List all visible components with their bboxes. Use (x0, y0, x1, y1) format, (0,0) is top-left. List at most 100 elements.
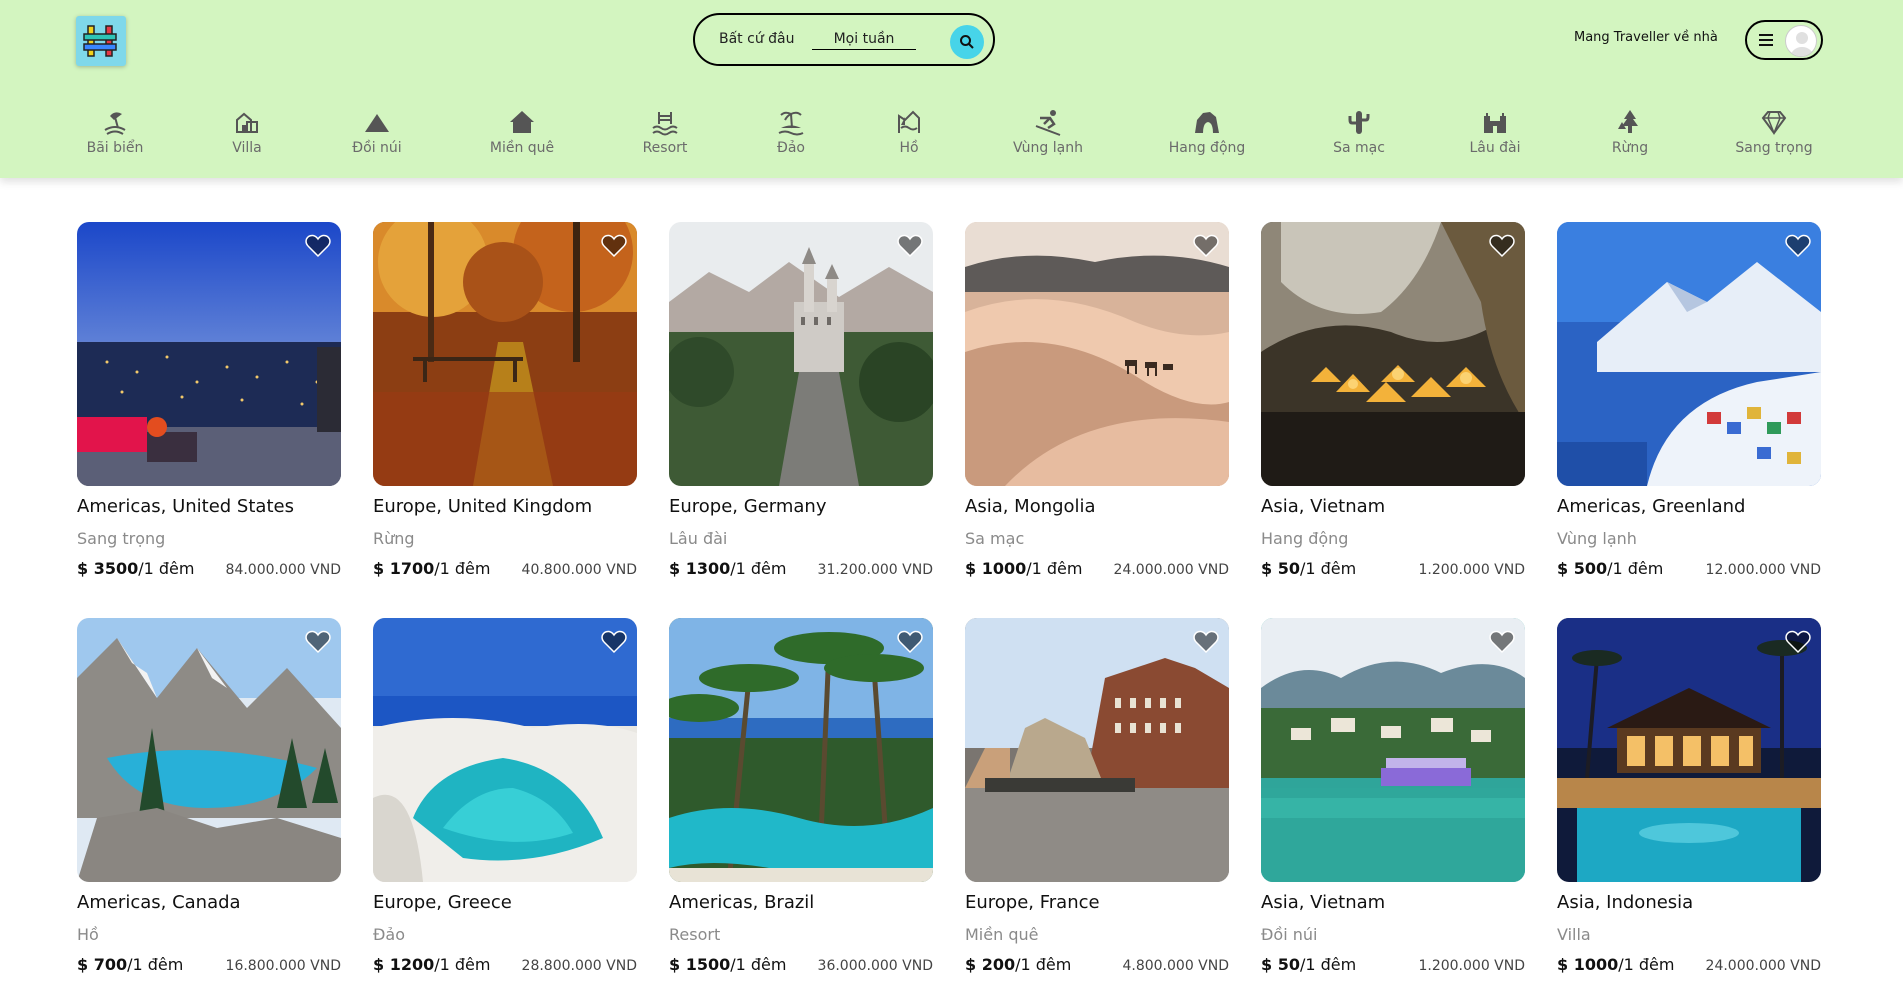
listing-price: $ 50/1 đêm (1261, 955, 1357, 974)
listing-card[interactable]: Asia, Vietnam Hang động $ 50/1 đêm 1.200… (1261, 222, 1525, 602)
listing-type: Hồ (77, 925, 99, 944)
category-label: Sang trọng (1735, 140, 1813, 156)
listing-card[interactable]: Asia, Mongolia Sa mạc $ 1000/1 đêm 24.00… (965, 222, 1229, 602)
category-cold[interactable]: Vùng lạnh (988, 108, 1108, 156)
category-luxury[interactable]: Sang trọng (1714, 108, 1834, 156)
heart-icon[interactable] (1489, 630, 1515, 654)
beach-icon (104, 112, 126, 135)
heart-icon[interactable] (1785, 234, 1811, 258)
category-label: Đảo (777, 140, 805, 156)
countryside-icon (510, 111, 534, 133)
listing-type: Đồi núi (1261, 925, 1318, 944)
lake-icon (898, 110, 920, 133)
listing-location: Asia, Vietnam (1261, 892, 1386, 913)
category-lake[interactable]: Hồ (849, 108, 969, 156)
listing-price-vnd: 1.200.000 VND (1418, 562, 1525, 578)
listing-card[interactable]: Americas, Canada Hồ $ 700/1 đêm 16.800.0… (77, 618, 341, 998)
listing-photo[interactable] (669, 222, 933, 486)
category-label: Sa mạc (1333, 140, 1385, 156)
diamond-icon (1761, 111, 1787, 136)
heart-icon[interactable] (601, 234, 627, 258)
listing-price: $ 1000/1 đêm (1557, 955, 1675, 974)
category-cave[interactable]: Hang động (1147, 108, 1267, 156)
category-villa[interactable]: Villa (187, 108, 307, 156)
listing-price-row: $ 1200/1 đêm 28.800.000 VND (373, 955, 637, 974)
forest-icon (1618, 110, 1638, 133)
listing-card[interactable]: Asia, Indonesia Villa $ 1000/1 đêm 24.00… (1557, 618, 1821, 998)
resort-icon (652, 112, 678, 136)
listing-price: $ 200/1 đêm (965, 955, 1072, 974)
category-countryside[interactable]: Miền quê (462, 108, 582, 156)
heart-icon[interactable] (1193, 630, 1219, 654)
category-label: Miền quê (489, 140, 555, 156)
search-bar[interactable]: Bất cứ đâu Mọi tuần (693, 13, 995, 66)
listing-price: $ 3500/1 đêm (77, 559, 195, 578)
listing-price: $ 1000/1 đêm (965, 559, 1083, 578)
host-link[interactable]: Mang Traveller về nhà (1574, 30, 1718, 45)
heart-icon[interactable] (1489, 234, 1515, 258)
listing-photo[interactable] (965, 222, 1229, 486)
listing-card[interactable]: Europe, France Miền quê $ 200/1 đêm 4.80… (965, 618, 1229, 998)
heart-icon[interactable] (897, 234, 923, 258)
villa-icon (236, 112, 258, 133)
search-when[interactable]: Mọi tuần (812, 31, 916, 50)
listing-price-vnd: 24.000.000 VND (1113, 562, 1229, 578)
logo[interactable] (76, 16, 126, 66)
listing-card[interactable]: Asia, Vietnam Đồi núi $ 50/1 đêm 1.200.0… (1261, 618, 1525, 998)
category-beach[interactable]: Bãi biển (55, 108, 175, 156)
island-icon (778, 111, 804, 136)
listing-location: Americas, Brazil (669, 892, 815, 913)
listing-location: Europe, Greece (373, 892, 512, 913)
listing-price-row: $ 1700/1 đêm 40.800.000 VND (373, 559, 637, 578)
listing-card[interactable]: Europe, Greece Đảo $ 1200/1 đêm 28.800.0… (373, 618, 637, 998)
listing-price: $ 500/1 đêm (1557, 559, 1664, 578)
listing-price-row: $ 50/1 đêm 1.200.000 VND (1261, 559, 1525, 578)
listing-photo[interactable] (669, 618, 933, 882)
listing-card[interactable]: Europe, United Kingdom Rừng $ 1700/1 đêm… (373, 222, 637, 602)
listing-price-vnd: 36.000.000 VND (817, 958, 933, 974)
listing-price: $ 50/1 đêm (1261, 559, 1357, 578)
heart-icon[interactable] (1193, 234, 1219, 258)
avatar (1785, 25, 1817, 57)
listing-card[interactable]: Europe, Germany Lâu đài $ 1300/1 đêm 31.… (669, 222, 933, 602)
category-label: Resort (642, 140, 688, 156)
category-resort[interactable]: Resort (605, 108, 725, 156)
listing-price-row: $ 3500/1 đêm 84.000.000 VND (77, 559, 341, 578)
listing-type: Miền quê (965, 925, 1039, 944)
listing-type: Vùng lạnh (1557, 529, 1637, 548)
listing-price-vnd: 31.200.000 VND (817, 562, 933, 578)
category-desert[interactable]: Sa mạc (1299, 108, 1419, 156)
menu-icon (1759, 34, 1773, 46)
heart-icon[interactable] (305, 630, 331, 654)
search-where[interactable]: Bất cứ đâu (719, 31, 794, 47)
listing-card[interactable]: Americas, United States Sang trọng $ 350… (77, 222, 341, 602)
search-button[interactable] (950, 25, 984, 59)
listing-photo[interactable] (1557, 618, 1821, 882)
heart-icon[interactable] (305, 234, 331, 258)
heart-icon[interactable] (897, 630, 923, 654)
listing-photo[interactable] (965, 618, 1229, 882)
heart-icon[interactable] (1785, 630, 1811, 654)
search-icon (960, 35, 974, 49)
listing-photo[interactable] (1261, 618, 1525, 882)
category-castle[interactable]: Lâu đài (1435, 108, 1555, 156)
listing-photo[interactable] (77, 618, 341, 882)
category-forest[interactable]: Rừng (1570, 108, 1690, 156)
listing-photo[interactable] (373, 618, 637, 882)
listing-type: Rừng (373, 529, 415, 548)
listing-price-vnd: 40.800.000 VND (521, 562, 637, 578)
listing-photo[interactable] (1557, 222, 1821, 486)
listing-card[interactable]: Americas, Greenland Vùng lạnh $ 500/1 đê… (1557, 222, 1821, 602)
listing-photo[interactable] (1261, 222, 1525, 486)
listing-card[interactable]: Americas, Brazil Resort $ 1500/1 đêm 36.… (669, 618, 933, 998)
category-label: Hang động (1168, 140, 1246, 156)
heart-icon[interactable] (601, 630, 627, 654)
category-label: Vùng lạnh (1013, 140, 1083, 156)
castle-icon (1484, 113, 1506, 133)
category-mountain[interactable]: Đồi núi (317, 108, 437, 156)
listing-location: Americas, Canada (77, 892, 241, 913)
user-menu-button[interactable] (1745, 20, 1823, 60)
category-island[interactable]: Đảo (731, 108, 851, 156)
listing-photo[interactable] (77, 222, 341, 486)
listing-photo[interactable] (373, 222, 637, 486)
